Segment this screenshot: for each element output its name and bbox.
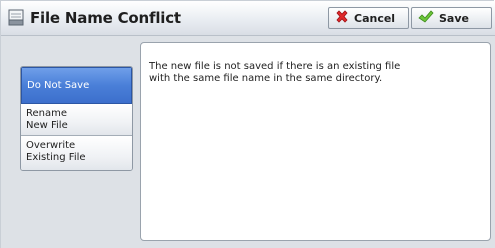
message-panel: The new file is not saved if there is an… (140, 42, 491, 241)
red-x-icon (335, 9, 349, 27)
option-do-not-save[interactable]: Do Not Save (21, 67, 132, 104)
cancel-button[interactable]: Cancel (328, 7, 409, 29)
save-button[interactable]: Save (411, 7, 492, 29)
dialog-window: File Name Conflict Cancel Save Do Not Sa… (0, 0, 495, 248)
save-label: Save (439, 11, 469, 25)
message-text: The new file is not saved if there is an… (149, 61, 401, 84)
option-rename-new-file[interactable]: Rename New File (21, 104, 132, 136)
option-list: Do Not Save Rename New File Overwrite Ex… (20, 66, 133, 171)
dialog-title: File Name Conflict (30, 9, 181, 27)
file-conflict-icon (8, 9, 24, 26)
option-overwrite-existing-file[interactable]: Overwrite Existing File (21, 136, 132, 170)
cancel-label: Cancel (354, 11, 396, 25)
title-bar: File Name Conflict Cancel Save (1, 1, 495, 36)
green-check-icon (418, 9, 434, 27)
